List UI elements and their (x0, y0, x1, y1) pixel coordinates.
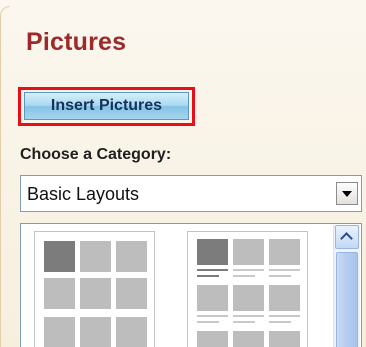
caption-line (269, 321, 291, 323)
grid-layout-cell (80, 317, 111, 347)
caption-line (197, 321, 219, 323)
caption-line (197, 275, 219, 277)
scrollbar-thumb[interactable] (336, 252, 358, 347)
caption-line (269, 275, 291, 277)
caption-line (233, 275, 255, 277)
gallery-scrollbar[interactable] (333, 225, 360, 347)
grid-layout-cell (269, 239, 300, 265)
grid-layout-cell (80, 278, 111, 309)
grid-layout-cell (44, 278, 75, 309)
grid-layout-cell (116, 241, 147, 272)
grid-layout-cell (233, 285, 264, 311)
caption-line (233, 321, 255, 323)
layout-thumbnail-captioned-grid[interactable] (187, 231, 308, 347)
caption-line (233, 315, 264, 317)
caption-line (269, 269, 300, 271)
grid-layout-cell (197, 331, 228, 347)
panel-title: Pictures (26, 28, 127, 56)
caption-line (269, 315, 300, 317)
insert-pictures-button[interactable]: Insert Pictures (24, 92, 189, 120)
grid-layout-cell (197, 285, 228, 311)
layout-thumbnail-grid[interactable] (34, 231, 155, 347)
caption-line (233, 269, 264, 271)
layout-gallery (20, 223, 362, 347)
grid-layout-cell (80, 241, 111, 272)
grid-layout-cell (233, 331, 264, 347)
caption-line (197, 269, 228, 271)
category-selected-value: Basic Layouts (27, 184, 140, 204)
pictures-task-pane: Pictures Insert Pictures Choose a Catego… (0, 0, 366, 347)
grid-layout-cell (197, 239, 228, 265)
category-label: Choose a Category: (20, 146, 172, 163)
grid-layout-cell (44, 241, 75, 272)
caption-line (197, 315, 228, 317)
panel-border (0, 6, 10, 347)
category-dropdown[interactable]: Basic Layouts (20, 175, 362, 212)
grid-layout-cell (116, 317, 147, 347)
grid-layout-cell (116, 278, 147, 309)
grid-layout-cell (44, 317, 75, 347)
grid-layout-cell (233, 239, 264, 265)
chevron-up-icon[interactable] (335, 225, 359, 249)
grid-layout-cell (269, 285, 300, 311)
chevron-down-icon[interactable] (336, 182, 358, 205)
grid-layout-cell (269, 331, 300, 347)
